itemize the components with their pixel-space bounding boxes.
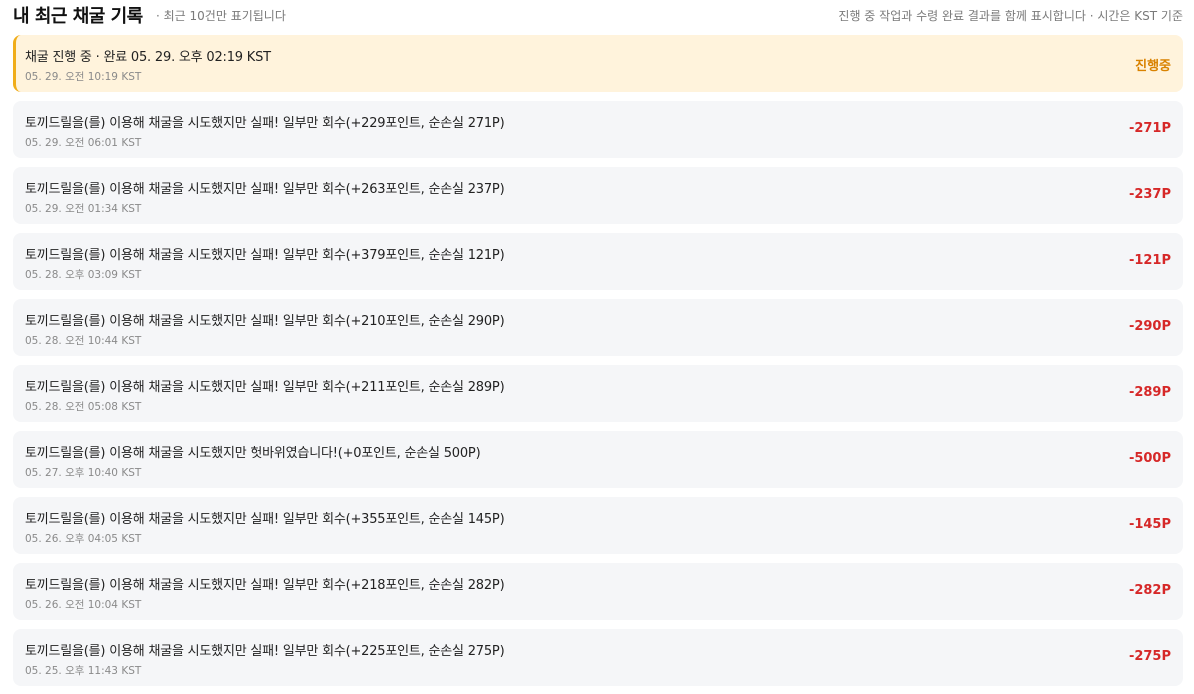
list-item: 토끼드릴을(를) 이용해 채굴을 시도했지만 실패! 일부만 회수(+211포인…	[13, 365, 1183, 422]
record-amount: -275P	[1128, 649, 1171, 664]
page-title: 내 최근 채굴 기록	[13, 6, 143, 27]
list-item: 토끼드릴을(를) 이용해 채굴을 시도했지만 실패! 일부만 회수(+225포인…	[13, 629, 1183, 686]
record-message: 토끼드릴을(를) 이용해 채굴을 시도했지만 실패! 일부만 회수(+229포인…	[25, 116, 505, 131]
record-message: 토끼드릴을(를) 이용해 채굴을 시도했지만 실패! 일부만 회수(+225포인…	[25, 644, 505, 659]
record-time: 05. 26. 오전 10:04 KST	[25, 599, 142, 611]
mining-history-page: 내 최근 채굴 기록 · 최근 10건만 표기됩니다 진행 중 작업과 수령 완…	[0, 0, 1194, 694]
record-amount: -290P	[1128, 319, 1171, 334]
record-time: 05. 28. 오전 05:08 KST	[25, 401, 142, 413]
record-time: 05. 25. 오후 11:43 KST	[25, 665, 142, 677]
record-amount: -121P	[1128, 253, 1171, 268]
record-amount: -500P	[1128, 451, 1171, 466]
record-amount: -237P	[1128, 187, 1171, 202]
record-list: 채굴 진행 중 · 완료 05. 29. 오후 02:19 KST 05. 29…	[13, 35, 1183, 694]
list-item: 토끼드릴을(를) 이용해 채굴을 시도했지만 실패! 일부만 회수(+355포인…	[13, 497, 1183, 554]
header-note: 진행 중 작업과 수령 완료 결과를 함께 표시합니다 · 시간은 KST 기준	[838, 9, 1183, 23]
record-time: 05. 28. 오후 03:09 KST	[25, 269, 142, 281]
record-message: 토끼드릴을(를) 이용해 채굴을 시도했지만 실패! 일부만 회수(+355포인…	[25, 512, 505, 527]
record-message: 토끼드릴을(를) 이용해 채굴을 시도했지만 실패! 일부만 회수(+263포인…	[25, 182, 505, 197]
record-message: 토끼드릴을(를) 이용해 채굴을 시도했지만 실패! 일부만 회수(+379포인…	[25, 248, 505, 263]
section-header: 내 최근 채굴 기록 · 최근 10건만 표기됩니다 진행 중 작업과 수령 완…	[13, 0, 1183, 32]
record-message: 채굴 진행 중 · 완료 05. 29. 오후 02:19 KST	[25, 50, 271, 65]
record-time: 05. 27. 오후 10:40 KST	[25, 467, 142, 479]
list-item: 토끼드릴을(를) 이용해 채굴을 시도했지만 실패! 일부만 회수(+263포인…	[13, 167, 1183, 224]
record-time: 05. 26. 오후 04:05 KST	[25, 533, 142, 545]
list-item: 토끼드릴을(를) 이용해 채굴을 시도했지만 실패! 일부만 회수(+229포인…	[13, 101, 1183, 158]
list-item: 토끼드릴을(를) 이용해 채굴을 시도했지만 실패! 일부만 회수(+379포인…	[13, 233, 1183, 290]
status-badge: 진행중	[1135, 59, 1171, 74]
list-item: 토끼드릴을(를) 이용해 채굴을 시도했지만 실패! 일부만 회수(+218포인…	[13, 563, 1183, 620]
record-time: 05. 28. 오전 10:44 KST	[25, 335, 142, 347]
record-message: 토끼드릴을(를) 이용해 채굴을 시도했지만 실패! 일부만 회수(+218포인…	[25, 578, 505, 593]
record-message: 토끼드릴을(를) 이용해 채굴을 시도했지만 헛바위였습니다!(+0포인트, 순…	[25, 446, 481, 461]
list-item: 토끼드릴을(를) 이용해 채굴을 시도했지만 헛바위였습니다!(+0포인트, 순…	[13, 431, 1183, 488]
record-time: 05. 29. 오전 10:19 KST	[25, 71, 142, 83]
record-amount: -289P	[1128, 385, 1171, 400]
list-item: 토끼드릴을(를) 이용해 채굴을 시도했지만 실패! 일부만 회수(+210포인…	[13, 299, 1183, 356]
record-amount: -282P	[1128, 583, 1171, 598]
record-message: 토끼드릴을(를) 이용해 채굴을 시도했지만 실패! 일부만 회수(+211포인…	[25, 380, 505, 395]
record-amount: -271P	[1128, 121, 1171, 136]
record-amount: -145P	[1128, 517, 1171, 532]
record-time: 05. 29. 오전 01:34 KST	[25, 203, 142, 215]
record-time: 05. 29. 오전 06:01 KST	[25, 137, 142, 149]
list-item: 채굴 진행 중 · 완료 05. 29. 오후 02:19 KST 05. 29…	[13, 35, 1183, 92]
record-message: 토끼드릴을(를) 이용해 채굴을 시도했지만 실패! 일부만 회수(+210포인…	[25, 314, 505, 329]
page-subtitle: · 최근 10건만 표기됩니다	[156, 9, 286, 23]
